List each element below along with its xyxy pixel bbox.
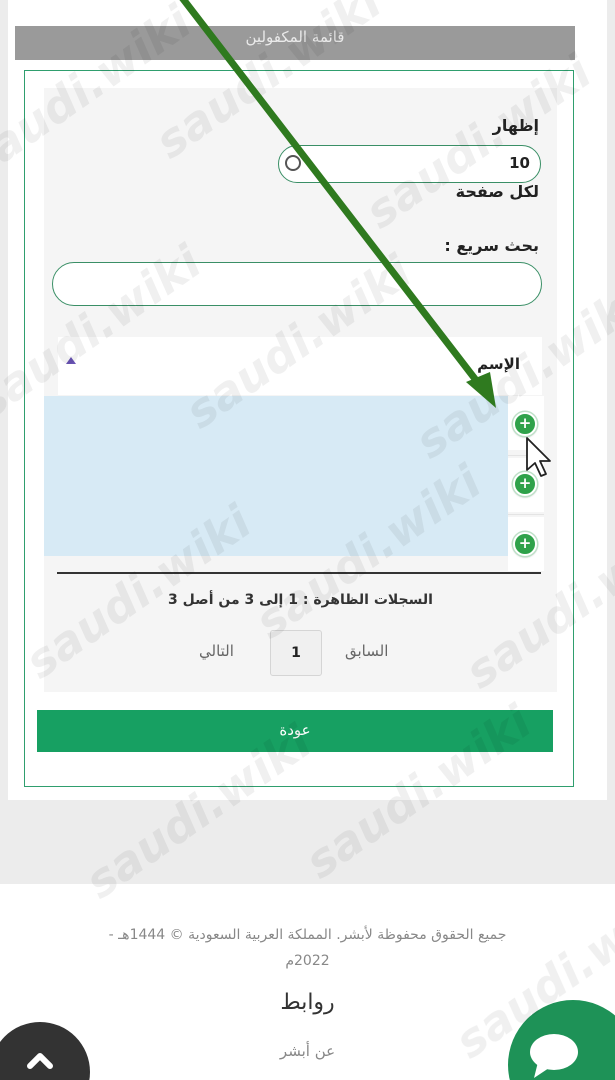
search-input[interactable] [52, 262, 542, 306]
per-page-label: لكل صفحة [455, 182, 539, 201]
row-divider [508, 455, 544, 456]
expand-row-button[interactable]: + [513, 412, 537, 436]
page-size-value: 10 [509, 154, 530, 172]
page-title: قائمة المكفولين [245, 28, 345, 46]
sort-up-icon[interactable] [66, 357, 76, 364]
show-label: إظهار [492, 116, 539, 135]
copyright-line-1: جميع الحقوق محفوظة لأبشر. المملكة العربي… [108, 927, 507, 943]
table-header[interactable]: الإسم [58, 337, 542, 395]
chat-bubble-icon [530, 1034, 578, 1078]
expand-row-button[interactable]: + [513, 472, 537, 496]
page-size-select[interactable]: 10 [278, 145, 541, 183]
row-divider [508, 514, 544, 515]
search-label: بحث سريع : [444, 236, 539, 255]
pagination-current-page[interactable]: 1 [270, 630, 322, 676]
page-title-bar: قائمة المكفولين [15, 26, 575, 60]
chevron-up-icon [27, 1053, 53, 1069]
back-button[interactable]: عودة [37, 710, 553, 752]
table-bottom-border [57, 572, 541, 574]
pagination-previous[interactable]: السابق [345, 642, 388, 660]
expand-row-button[interactable]: + [513, 532, 537, 556]
chat-button[interactable] [508, 1000, 615, 1080]
records-info: السجلات الظاهرة : 1 إلى 3 من أصل 3 [168, 592, 433, 608]
scroll-top-button[interactable] [0, 1022, 90, 1080]
pagination-next[interactable]: التالي [199, 642, 234, 660]
copyright-line-2: 2022م [285, 953, 330, 969]
column-name-header[interactable]: الإسم [477, 355, 520, 373]
select-handle-icon [285, 155, 301, 171]
table-rows-highlight [44, 396, 508, 556]
copyright-text: جميع الحقوق محفوظة لأبشر. المملكة العربي… [20, 922, 595, 974]
